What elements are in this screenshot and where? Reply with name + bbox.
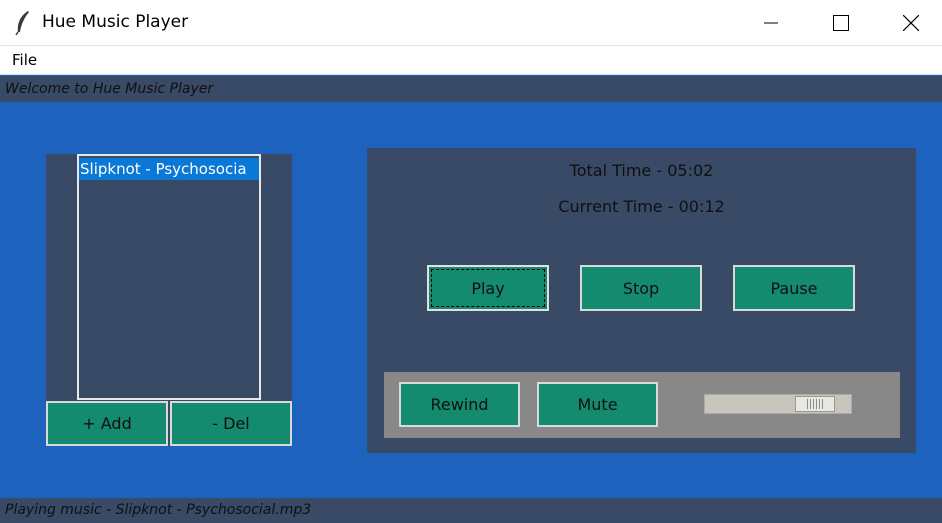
maximize-button[interactable] <box>806 0 876 46</box>
feather-icon <box>15 11 29 36</box>
play-button[interactable]: Play <box>427 265 549 311</box>
minimize-icon <box>764 22 778 24</box>
delete-song-button[interactable]: - Del <box>170 401 292 446</box>
volume-slider-thumb[interactable] <box>795 396 835 412</box>
playing-status-text: Playing music - Slipknot - Psychosocial.… <box>5 502 312 518</box>
volume-slider[interactable] <box>704 394 852 414</box>
playlist-listbox[interactable]: Slipknot - Psychosocia <box>77 154 261 400</box>
maximize-icon <box>833 15 849 31</box>
add-song-button[interactable]: + Add <box>46 401 168 446</box>
delete-song-button-label: - Del <box>212 414 250 433</box>
welcome-status-bar: Welcome to Hue Music Player <box>0 76 942 102</box>
add-song-button-label: + Add <box>82 414 132 433</box>
pause-button[interactable]: Pause <box>733 265 855 311</box>
stop-button-label: Stop <box>622 278 660 298</box>
playlist-item-selected[interactable]: Slipknot - Psychosocia <box>79 158 259 180</box>
mute-button[interactable]: Mute <box>537 382 658 427</box>
menu-file[interactable]: File <box>12 51 37 69</box>
window-title: Hue Music Player <box>42 12 189 32</box>
play-button-label: Play <box>471 278 505 298</box>
welcome-status-text: Welcome to Hue Music Player <box>5 81 214 97</box>
title-bar: Hue Music Player <box>0 0 942 46</box>
rewind-button-label: Rewind <box>430 395 489 414</box>
pause-button-label: Pause <box>770 278 818 298</box>
minimize-button[interactable] <box>736 0 806 46</box>
menu-bar: File <box>0 46 942 75</box>
close-icon <box>903 15 919 31</box>
rewind-button[interactable]: Rewind <box>399 382 520 427</box>
stop-button[interactable]: Stop <box>580 265 702 311</box>
playing-status-bar: Playing music - Slipknot - Psychosocial.… <box>0 498 942 523</box>
close-button[interactable] <box>876 0 942 46</box>
player-control-panel: Total Time - 05:02 Current Time - 00:12 … <box>367 148 916 453</box>
total-time-label: Total Time - 05:02 <box>569 161 714 180</box>
mute-button-label: Mute <box>577 395 618 414</box>
current-time-label: Current Time - 00:12 <box>558 197 725 216</box>
